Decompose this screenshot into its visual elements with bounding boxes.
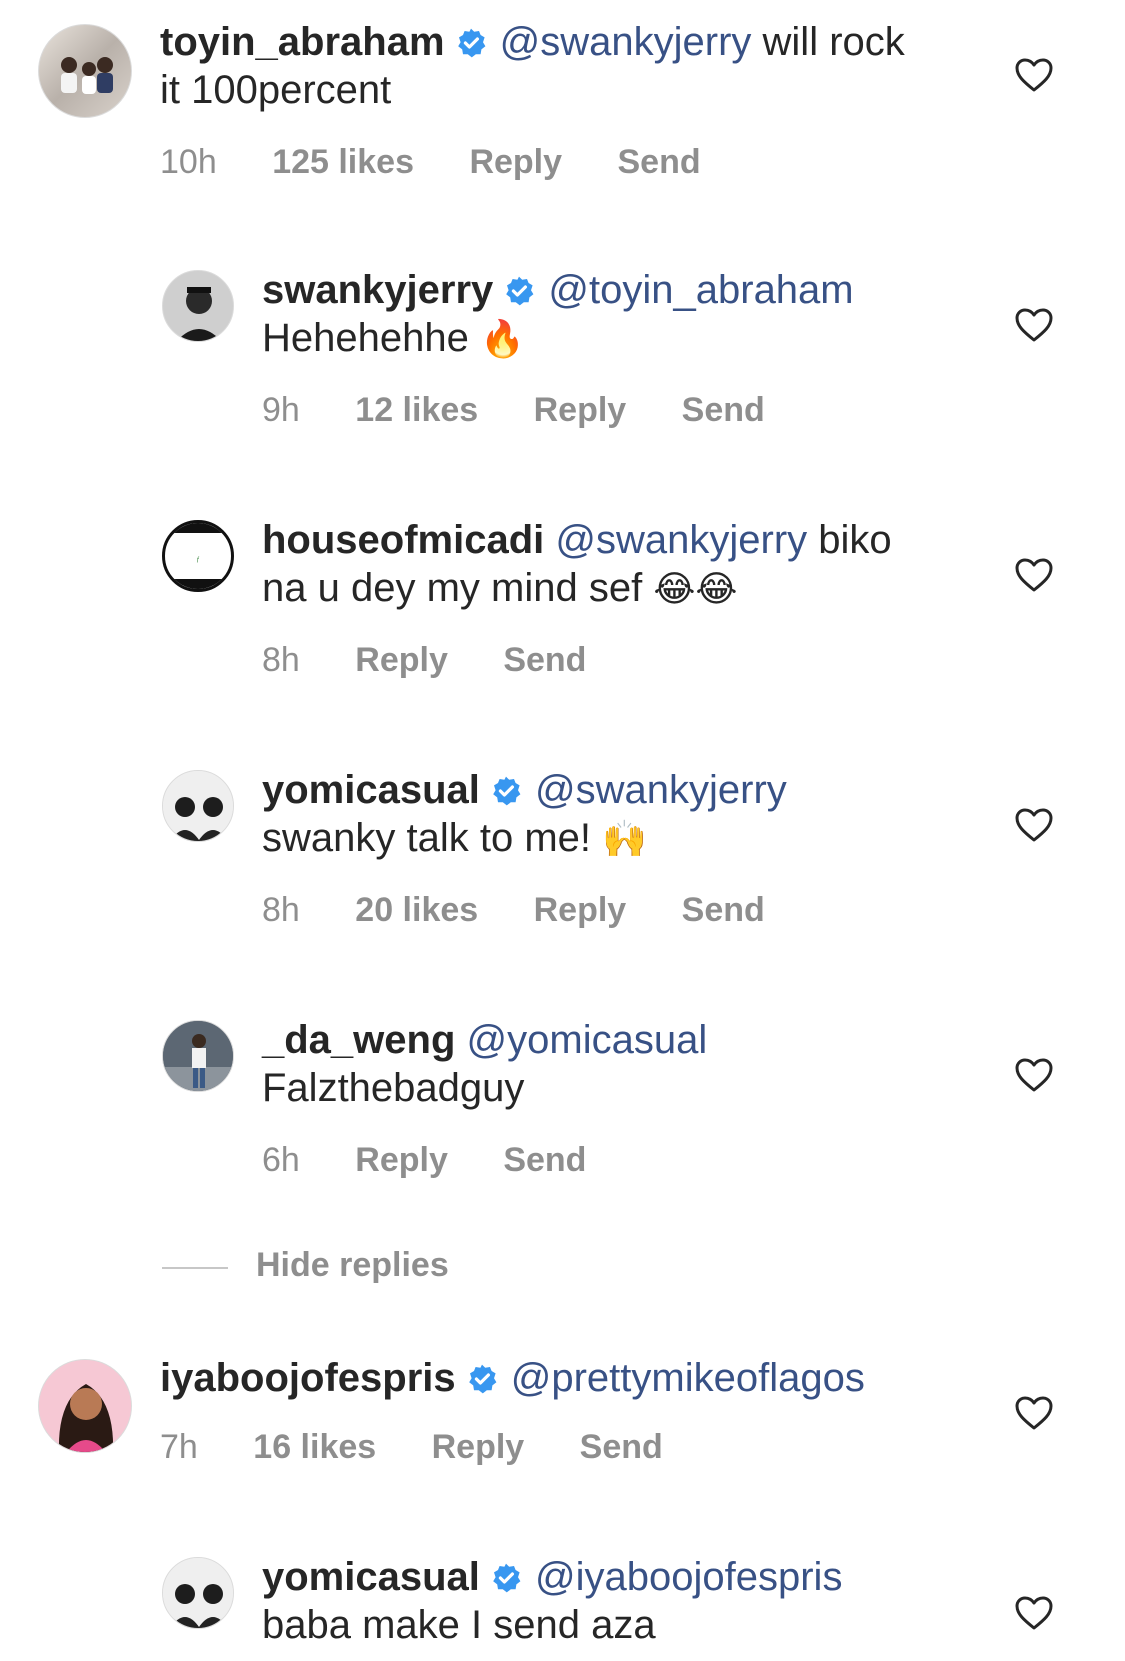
hide-replies-button[interactable]: Hide replies: [256, 1246, 449, 1285]
timestamp: 8h: [262, 641, 300, 679]
avatar[interactable]: [38, 1359, 132, 1453]
laughing-emoji: 😂😂: [653, 569, 738, 610]
mention-link[interactable]: @swankyjerry: [555, 518, 807, 562]
comment-meta: 8h Reply Send: [262, 641, 632, 680]
verified-badge-icon: [468, 1364, 497, 1394]
send-button[interactable]: Send: [617, 143, 700, 181]
reply-button[interactable]: Reply: [432, 1428, 525, 1466]
mention-link[interactable]: @swankyjerry: [535, 768, 787, 812]
comment-body: swanky talk to me!: [262, 816, 592, 860]
mention-link[interactable]: @iyaboojofespris: [535, 1555, 842, 1599]
timestamp: 10h: [160, 143, 217, 181]
likes-count[interactable]: 16 likes: [253, 1428, 376, 1466]
comment-meta: 10h 125 likes Reply Send: [160, 143, 747, 182]
avatar[interactable]: [162, 1557, 234, 1629]
avatar[interactable]: ƒ: [162, 520, 234, 592]
send-button[interactable]: Send: [503, 641, 586, 679]
reply-button[interactable]: Reply: [534, 391, 627, 429]
avatar[interactable]: [162, 770, 234, 842]
comment-body: na u dey my mind sef: [262, 566, 643, 610]
avatar[interactable]: [38, 24, 132, 118]
username[interactable]: yomicasual: [262, 1555, 480, 1599]
timestamp: 7h: [160, 1428, 198, 1466]
heart-outline-icon[interactable]: [1014, 806, 1054, 846]
send-button[interactable]: Send: [682, 391, 765, 429]
likes-count[interactable]: 125 likes: [272, 143, 414, 181]
verified-badge-icon: [493, 1563, 521, 1593]
username[interactable]: yomicasual: [262, 768, 480, 812]
reply-button[interactable]: Reply: [469, 143, 562, 181]
heart-outline-icon[interactable]: [1014, 1056, 1054, 1096]
mention-link[interactable]: @swankyjerry: [500, 20, 752, 64]
comment-meta: 8h 20 likes Reply Send: [262, 891, 811, 930]
comment-text: yomicasual @swankyjerry swanky talk to m…: [262, 766, 1062, 864]
comment-body: will rock: [751, 20, 905, 64]
comment-body: Hehehehhe: [262, 316, 469, 360]
divider-line: [162, 1267, 228, 1269]
send-button[interactable]: Send: [503, 1141, 586, 1179]
heart-outline-icon[interactable]: [1014, 1594, 1054, 1634]
username[interactable]: toyin_abraham: [160, 20, 445, 64]
comment-body: it 100percent: [160, 68, 392, 112]
heart-outline-icon[interactable]: [1014, 1394, 1054, 1434]
comment-text: houseofmicadi @swankyjerry biko na u dey…: [262, 516, 1062, 614]
fire-emoji: 🔥: [479, 319, 525, 360]
mention-link[interactable]: @prettymikeoflagos: [511, 1356, 865, 1400]
reply-button[interactable]: Reply: [534, 891, 627, 929]
likes-count[interactable]: 20 likes: [355, 891, 478, 929]
timestamp: 8h: [262, 891, 300, 929]
comment-body: Falzthebadguy: [262, 1066, 525, 1110]
username[interactable]: houseofmicadi: [262, 518, 544, 562]
comment-text: _da_weng @yomicasual Falzthebadguy: [262, 1016, 1062, 1112]
avatar[interactable]: [162, 270, 234, 342]
username[interactable]: iyaboojofespris: [160, 1356, 456, 1400]
mention-link[interactable]: @toyin_abraham: [548, 268, 853, 312]
avatar[interactable]: [162, 1020, 234, 1092]
likes-count[interactable]: 12 likes: [355, 391, 478, 429]
verified-badge-icon: [493, 776, 521, 806]
comment-meta: 6h Reply Send: [262, 1141, 632, 1180]
timestamp: 6h: [262, 1141, 300, 1179]
reply-button[interactable]: Reply: [355, 641, 448, 679]
heart-outline-icon[interactable]: [1014, 306, 1054, 346]
reply-button[interactable]: Reply: [355, 1141, 448, 1179]
heart-outline-icon[interactable]: [1014, 56, 1054, 96]
comment-meta: 7h 16 likes Reply Send: [160, 1428, 709, 1467]
verified-badge-icon: [506, 276, 534, 306]
send-button[interactable]: Send: [682, 891, 765, 929]
raising-hands-emoji: 🙌: [602, 819, 647, 860]
comment-text: swankyjerry @toyin_abraham Hehehehhe 🔥: [262, 266, 1062, 364]
mention-link[interactable]: @yomicasual: [467, 1018, 708, 1062]
comment-body: baba make I send aza: [262, 1603, 656, 1647]
comment-body: biko: [807, 518, 892, 562]
verified-badge-icon: [457, 28, 485, 58]
comment-text: toyin_abraham @swankyjerry will rock it …: [160, 18, 960, 114]
heart-outline-icon[interactable]: [1014, 556, 1054, 596]
comment-text: yomicasual @iyaboojofespris baba make I …: [262, 1553, 1062, 1649]
comment-meta: 9h 12 likes Reply Send: [262, 391, 811, 430]
timestamp: 9h: [262, 391, 300, 429]
svg-text:ƒ: ƒ: [196, 557, 199, 563]
username[interactable]: _da_weng: [262, 1018, 455, 1062]
comment-text: iyaboojofespris @prettymikeoflagos: [160, 1354, 960, 1402]
send-button[interactable]: Send: [580, 1428, 663, 1466]
username[interactable]: swankyjerry: [262, 268, 493, 312]
